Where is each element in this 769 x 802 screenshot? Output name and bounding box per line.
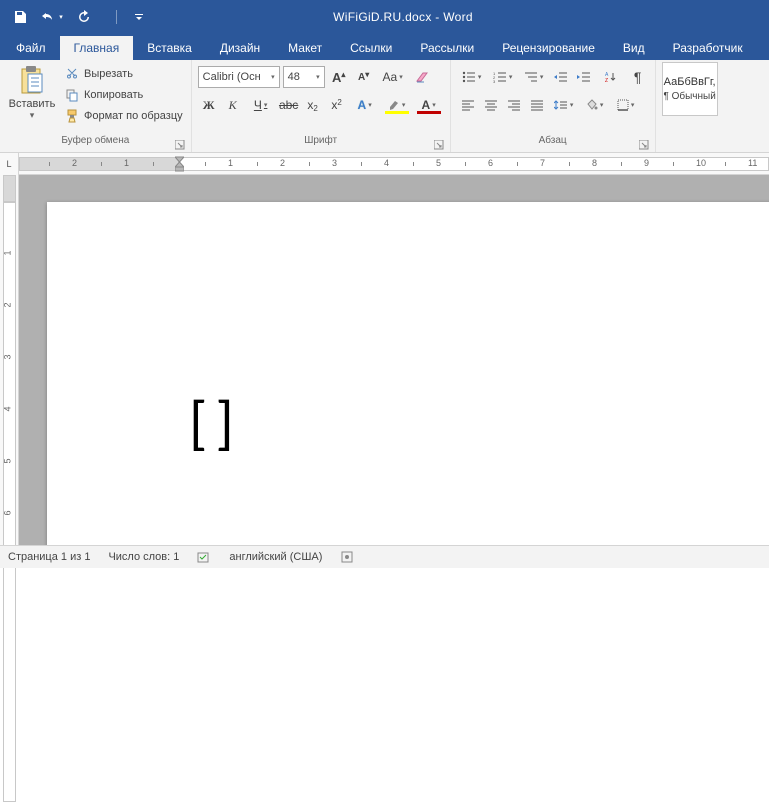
- multilevel-list-button[interactable]: ▾: [519, 66, 549, 88]
- shrink-font-button[interactable]: A▾: [353, 66, 375, 88]
- title-bar: ▾ WiFiGiD.RU.docx - Word: [0, 0, 769, 33]
- paste-button[interactable]: Вставить ▾: [6, 62, 58, 135]
- bold-button[interactable]: Ж: [198, 94, 220, 116]
- redo-button[interactable]: [70, 6, 98, 28]
- tab-home[interactable]: Главная: [60, 36, 134, 60]
- text-effects-button[interactable]: A▾: [350, 94, 380, 116]
- strikethrough-button[interactable]: abc: [278, 94, 300, 116]
- change-case-button[interactable]: Aa▾: [378, 66, 408, 88]
- indent-marker[interactable]: [175, 153, 184, 171]
- group-label-clipboard: Буфер обмена: [6, 135, 185, 152]
- superscript-button[interactable]: x2: [326, 94, 348, 116]
- highlight-color-button[interactable]: ▾: [382, 94, 412, 116]
- document-area[interactable]: []: [19, 175, 769, 545]
- bullets-button[interactable]: ▾: [457, 66, 487, 88]
- status-page[interactable]: Страница 1 из 1: [8, 551, 90, 563]
- tab-layout[interactable]: Макет: [274, 36, 336, 60]
- paragraph-dialog-launcher[interactable]: [639, 140, 649, 150]
- tab-mailings[interactable]: Рассылки: [406, 36, 488, 60]
- clipboard-dialog-launcher[interactable]: [175, 140, 185, 150]
- line-spacing-button[interactable]: ▾: [549, 94, 579, 116]
- justify-button[interactable]: [526, 94, 548, 116]
- window-title: WiFiGiD.RU.docx - Word: [153, 10, 653, 24]
- ribbon-tabs: Файл Главная Вставка Дизайн Макет Ссылки…: [0, 33, 769, 60]
- style-normal[interactable]: АаБбВвГг, ¶ Обычный: [662, 62, 718, 116]
- shading-button[interactable]: ▾: [580, 94, 610, 116]
- page[interactable]: []: [47, 202, 769, 545]
- copy-label: Копировать: [84, 89, 143, 101]
- group-paragraph: ▾ 123▾ ▾ AZ ¶ ▾ ▾ ▾ Абзац: [451, 60, 656, 152]
- style-name: ¶ Обычный: [663, 91, 715, 102]
- save-button[interactable]: [6, 6, 34, 28]
- font-name-selector[interactable]: Calibri (Осн▾: [198, 66, 280, 88]
- borders-button[interactable]: ▾: [611, 94, 641, 116]
- grow-font-button[interactable]: A▴: [328, 66, 350, 88]
- copy-icon: [64, 87, 80, 103]
- group-font: Calibri (Осн▾ 48▾ A▴ A▾ Aa▾ Ж К Ч▾ abc x…: [192, 60, 451, 152]
- group-styles: АаБбВвГг, ¶ Обычный: [656, 60, 724, 152]
- style-preview: АаБбВвГг,: [664, 76, 716, 88]
- customize-qat-button[interactable]: [125, 6, 153, 28]
- status-bar: Страница 1 из 1 Число слов: 1 английский…: [0, 545, 769, 568]
- tab-developer[interactable]: Разработчик: [659, 36, 757, 60]
- format-painter-label: Формат по образцу: [84, 110, 183, 122]
- font-color-button[interactable]: A▾: [414, 94, 444, 116]
- align-right-button[interactable]: [503, 94, 525, 116]
- quick-access-toolbar: ▾: [6, 6, 153, 28]
- document-text: []: [189, 387, 242, 460]
- paste-label: Вставить: [9, 98, 56, 110]
- numbering-button[interactable]: 123▾: [488, 66, 518, 88]
- group-label-styles: [662, 135, 718, 152]
- tab-view[interactable]: Вид: [609, 36, 659, 60]
- sort-button[interactable]: AZ: [596, 66, 626, 88]
- horizontal-ruler[interactable]: 211234567891011: [19, 153, 769, 174]
- font-dialog-launcher[interactable]: [434, 140, 444, 150]
- align-center-button[interactable]: [480, 94, 502, 116]
- status-language[interactable]: английский (США): [229, 551, 322, 563]
- italic-button[interactable]: К: [222, 94, 244, 116]
- status-word-count[interactable]: Число слов: 1: [108, 551, 179, 563]
- undo-button[interactable]: ▾: [38, 6, 66, 28]
- copy-button[interactable]: Копировать: [62, 86, 185, 104]
- ruler-area: L 211234567891011: [0, 153, 769, 175]
- group-label-paragraph: Абзац: [457, 135, 649, 152]
- cut-label: Вырезать: [84, 68, 133, 80]
- tab-design[interactable]: Дизайн: [206, 36, 274, 60]
- svg-text:3: 3: [493, 79, 496, 83]
- ribbon: Вставить ▾ Вырезать Копировать Формат по…: [0, 60, 769, 153]
- paste-dropdown-icon: ▾: [30, 110, 35, 121]
- tab-file[interactable]: Файл: [2, 36, 60, 60]
- subscript-button[interactable]: x2: [302, 94, 324, 116]
- group-label-font: Шрифт: [198, 135, 444, 152]
- decrease-indent-button[interactable]: [550, 66, 572, 88]
- tab-references[interactable]: Ссылки: [336, 36, 406, 60]
- tab-review[interactable]: Рецензирование: [488, 36, 609, 60]
- show-marks-button[interactable]: ¶: [627, 66, 649, 88]
- status-macro[interactable]: [340, 550, 354, 564]
- svg-text:Z: Z: [605, 78, 608, 83]
- format-painter-button[interactable]: Формат по образцу: [62, 107, 185, 125]
- font-size-selector[interactable]: 48▾: [283, 66, 325, 88]
- tab-selector[interactable]: L: [0, 153, 19, 175]
- brush-icon: [64, 108, 80, 124]
- cut-button[interactable]: Вырезать: [62, 65, 185, 83]
- scissors-icon: [64, 66, 80, 82]
- increase-indent-button[interactable]: [573, 66, 595, 88]
- align-left-button[interactable]: [457, 94, 479, 116]
- clear-formatting-button[interactable]: [411, 66, 433, 88]
- underline-button[interactable]: Ч▾: [246, 94, 276, 116]
- status-proofing[interactable]: [197, 550, 211, 564]
- vertical-ruler[interactable]: 123456: [0, 175, 19, 545]
- workspace: 123456 []: [0, 175, 769, 545]
- tab-insert[interactable]: Вставка: [133, 36, 206, 60]
- group-clipboard: Вставить ▾ Вырезать Копировать Формат по…: [0, 60, 192, 152]
